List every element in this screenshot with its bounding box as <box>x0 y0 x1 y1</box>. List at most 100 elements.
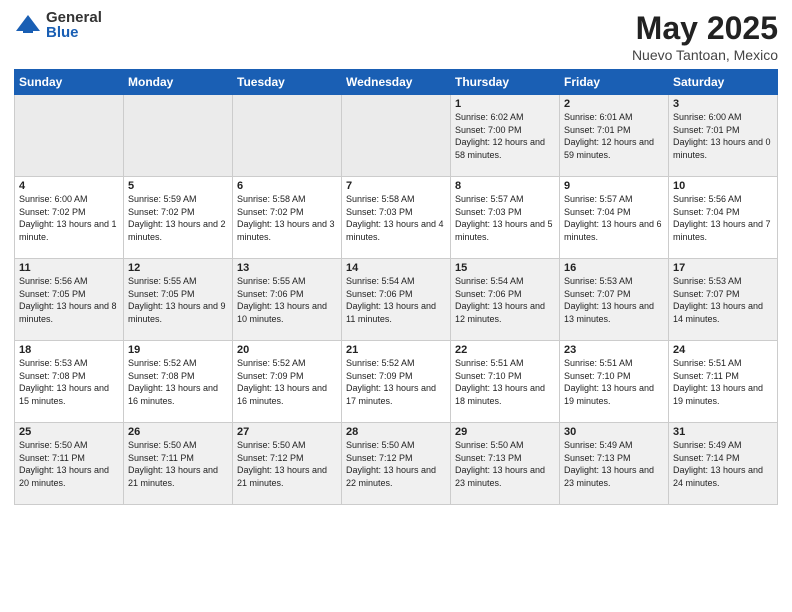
day-info: Sunrise: 5:51 AMSunset: 7:10 PMDaylight:… <box>564 357 664 407</box>
table-row: 10 Sunrise: 5:56 AMSunset: 7:04 PMDaylig… <box>669 177 778 259</box>
col-thursday: Thursday <box>451 70 560 95</box>
day-number: 25 <box>19 426 119 438</box>
table-row: 8 Sunrise: 5:57 AMSunset: 7:03 PMDayligh… <box>451 177 560 259</box>
table-row: 17 Sunrise: 5:53 AMSunset: 7:07 PMDaylig… <box>669 259 778 341</box>
day-info: Sunrise: 5:51 AMSunset: 7:11 PMDaylight:… <box>673 357 773 407</box>
day-number: 5 <box>128 180 228 192</box>
table-row: 13 Sunrise: 5:55 AMSunset: 7:06 PMDaylig… <box>233 259 342 341</box>
col-sunday: Sunday <box>15 70 124 95</box>
day-number: 27 <box>237 426 337 438</box>
day-number: 24 <box>673 344 773 356</box>
day-info: Sunrise: 6:00 AMSunset: 7:02 PMDaylight:… <box>19 193 119 243</box>
col-saturday: Saturday <box>669 70 778 95</box>
day-info: Sunrise: 5:59 AMSunset: 7:02 PMDaylight:… <box>128 193 228 243</box>
table-row: 21 Sunrise: 5:52 AMSunset: 7:09 PMDaylig… <box>342 341 451 423</box>
day-info: Sunrise: 5:49 AMSunset: 7:13 PMDaylight:… <box>564 439 664 489</box>
day-number: 8 <box>455 180 555 192</box>
logo-blue-text: Blue <box>46 25 102 40</box>
day-info: Sunrise: 5:50 AMSunset: 7:11 PMDaylight:… <box>128 439 228 489</box>
day-number: 17 <box>673 262 773 274</box>
day-info: Sunrise: 5:53 AMSunset: 7:07 PMDaylight:… <box>673 275 773 325</box>
day-info: Sunrise: 5:57 AMSunset: 7:04 PMDaylight:… <box>564 193 664 243</box>
day-info: Sunrise: 5:51 AMSunset: 7:10 PMDaylight:… <box>455 357 555 407</box>
day-number: 3 <box>673 98 773 110</box>
day-info: Sunrise: 5:49 AMSunset: 7:14 PMDaylight:… <box>673 439 773 489</box>
day-info: Sunrise: 5:52 AMSunset: 7:09 PMDaylight:… <box>346 357 446 407</box>
table-row: 6 Sunrise: 5:58 AMSunset: 7:02 PMDayligh… <box>233 177 342 259</box>
table-row: 18 Sunrise: 5:53 AMSunset: 7:08 PMDaylig… <box>15 341 124 423</box>
page: General Blue May 2025 Nuevo Tantoan, Mex… <box>0 0 792 612</box>
table-row: 30 Sunrise: 5:49 AMSunset: 7:13 PMDaylig… <box>560 423 669 505</box>
day-number: 15 <box>455 262 555 274</box>
calendar-week-row: 18 Sunrise: 5:53 AMSunset: 7:08 PMDaylig… <box>15 341 778 423</box>
day-info: Sunrise: 5:52 AMSunset: 7:08 PMDaylight:… <box>128 357 228 407</box>
day-info: Sunrise: 5:50 AMSunset: 7:11 PMDaylight:… <box>19 439 119 489</box>
table-row: 5 Sunrise: 5:59 AMSunset: 7:02 PMDayligh… <box>124 177 233 259</box>
day-number: 29 <box>455 426 555 438</box>
logo-general-text: General <box>46 10 102 25</box>
day-number: 9 <box>564 180 664 192</box>
calendar-week-row: 11 Sunrise: 5:56 AMSunset: 7:05 PMDaylig… <box>15 259 778 341</box>
day-number: 18 <box>19 344 119 356</box>
table-row <box>124 95 233 177</box>
calendar-subtitle: Nuevo Tantoan, Mexico <box>632 47 778 63</box>
day-number: 22 <box>455 344 555 356</box>
day-number: 20 <box>237 344 337 356</box>
day-info: Sunrise: 5:52 AMSunset: 7:09 PMDaylight:… <box>237 357 337 407</box>
calendar-week-row: 4 Sunrise: 6:00 AMSunset: 7:02 PMDayligh… <box>15 177 778 259</box>
table-row: 28 Sunrise: 5:50 AMSunset: 7:12 PMDaylig… <box>342 423 451 505</box>
day-info: Sunrise: 5:56 AMSunset: 7:05 PMDaylight:… <box>19 275 119 325</box>
day-info: Sunrise: 5:50 AMSunset: 7:12 PMDaylight:… <box>346 439 446 489</box>
table-row: 16 Sunrise: 5:53 AMSunset: 7:07 PMDaylig… <box>560 259 669 341</box>
day-number: 26 <box>128 426 228 438</box>
col-monday: Monday <box>124 70 233 95</box>
logo-icon <box>14 11 42 39</box>
day-info: Sunrise: 5:53 AMSunset: 7:07 PMDaylight:… <box>564 275 664 325</box>
table-row: 26 Sunrise: 5:50 AMSunset: 7:11 PMDaylig… <box>124 423 233 505</box>
table-row: 15 Sunrise: 5:54 AMSunset: 7:06 PMDaylig… <box>451 259 560 341</box>
day-number: 16 <box>564 262 664 274</box>
table-row: 29 Sunrise: 5:50 AMSunset: 7:13 PMDaylig… <box>451 423 560 505</box>
table-row: 24 Sunrise: 5:51 AMSunset: 7:11 PMDaylig… <box>669 341 778 423</box>
day-number: 1 <box>455 98 555 110</box>
day-info: Sunrise: 5:56 AMSunset: 7:04 PMDaylight:… <box>673 193 773 243</box>
day-info: Sunrise: 5:50 AMSunset: 7:12 PMDaylight:… <box>237 439 337 489</box>
day-number: 28 <box>346 426 446 438</box>
table-row: 23 Sunrise: 5:51 AMSunset: 7:10 PMDaylig… <box>560 341 669 423</box>
day-number: 13 <box>237 262 337 274</box>
col-wednesday: Wednesday <box>342 70 451 95</box>
col-friday: Friday <box>560 70 669 95</box>
table-row <box>15 95 124 177</box>
day-info: Sunrise: 6:01 AMSunset: 7:01 PMDaylight:… <box>564 111 664 161</box>
title-block: May 2025 Nuevo Tantoan, Mexico <box>632 10 778 63</box>
day-info: Sunrise: 6:00 AMSunset: 7:01 PMDaylight:… <box>673 111 773 161</box>
day-info: Sunrise: 5:50 AMSunset: 7:13 PMDaylight:… <box>455 439 555 489</box>
day-info: Sunrise: 5:58 AMSunset: 7:02 PMDaylight:… <box>237 193 337 243</box>
day-info: Sunrise: 5:53 AMSunset: 7:08 PMDaylight:… <box>19 357 119 407</box>
table-row: 4 Sunrise: 6:00 AMSunset: 7:02 PMDayligh… <box>15 177 124 259</box>
header: General Blue May 2025 Nuevo Tantoan, Mex… <box>14 10 778 63</box>
day-info: Sunrise: 5:54 AMSunset: 7:06 PMDaylight:… <box>455 275 555 325</box>
col-tuesday: Tuesday <box>233 70 342 95</box>
header-row: Sunday Monday Tuesday Wednesday Thursday… <box>15 70 778 95</box>
table-row: 27 Sunrise: 5:50 AMSunset: 7:12 PMDaylig… <box>233 423 342 505</box>
calendar-title: May 2025 <box>632 10 778 47</box>
table-row: 2 Sunrise: 6:01 AMSunset: 7:01 PMDayligh… <box>560 95 669 177</box>
day-info: Sunrise: 5:54 AMSunset: 7:06 PMDaylight:… <box>346 275 446 325</box>
day-info: Sunrise: 6:02 AMSunset: 7:00 PMDaylight:… <box>455 111 555 161</box>
table-row: 20 Sunrise: 5:52 AMSunset: 7:09 PMDaylig… <box>233 341 342 423</box>
day-number: 23 <box>564 344 664 356</box>
day-number: 6 <box>237 180 337 192</box>
table-row: 9 Sunrise: 5:57 AMSunset: 7:04 PMDayligh… <box>560 177 669 259</box>
day-number: 30 <box>564 426 664 438</box>
table-row: 1 Sunrise: 6:02 AMSunset: 7:00 PMDayligh… <box>451 95 560 177</box>
table-row: 25 Sunrise: 5:50 AMSunset: 7:11 PMDaylig… <box>15 423 124 505</box>
table-row: 31 Sunrise: 5:49 AMSunset: 7:14 PMDaylig… <box>669 423 778 505</box>
table-row: 14 Sunrise: 5:54 AMSunset: 7:06 PMDaylig… <box>342 259 451 341</box>
day-number: 7 <box>346 180 446 192</box>
table-row: 19 Sunrise: 5:52 AMSunset: 7:08 PMDaylig… <box>124 341 233 423</box>
day-number: 19 <box>128 344 228 356</box>
day-number: 2 <box>564 98 664 110</box>
day-number: 31 <box>673 426 773 438</box>
day-info: Sunrise: 5:55 AMSunset: 7:06 PMDaylight:… <box>237 275 337 325</box>
